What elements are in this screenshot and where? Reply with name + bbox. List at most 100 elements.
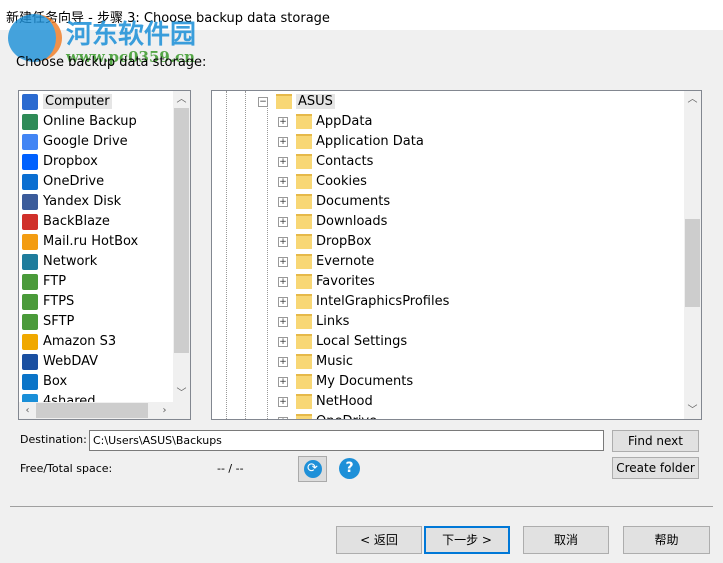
find-next-button[interactable]: Find next <box>612 430 699 452</box>
yandex-disk-icon <box>22 193 38 210</box>
tree-node[interactable]: + DropBox <box>278 232 371 252</box>
storage-item-computer[interactable]: Computer <box>22 92 112 112</box>
globe-icon <box>22 113 38 130</box>
storage-item-label: WebDAV <box>43 354 99 369</box>
sftp-icon <box>22 313 38 330</box>
divider <box>10 506 713 507</box>
storage-list[interactable]: Computer Online Backup Google Drive Dropbox… <box>18 90 191 420</box>
expand-icon[interactable]: + <box>278 176 288 187</box>
tree-node[interactable]: + OneDrive <box>278 412 377 419</box>
scroll-down-icon[interactable]: ﹀ <box>684 402 701 419</box>
storage-item-backblaze[interactable]: BackBlaze <box>22 212 110 232</box>
storage-item-online-backup[interactable]: Online Backup <box>22 112 137 132</box>
storage-item-google-drive[interactable]: Google Drive <box>22 132 128 152</box>
tree-node[interactable]: + Documents <box>278 192 390 212</box>
storage-item-label: Google Drive <box>43 134 128 149</box>
back-button[interactable]: < 返回 <box>336 526 422 554</box>
folder-icon <box>296 234 312 249</box>
folder-icon <box>296 334 312 349</box>
expand-icon[interactable]: + <box>278 376 288 387</box>
scroll-up-icon[interactable]: ︿ <box>684 91 701 108</box>
expand-icon[interactable]: + <box>278 256 288 267</box>
expand-icon[interactable]: + <box>278 336 288 347</box>
scrollbar-thumb[interactable] <box>174 108 189 353</box>
scroll-up-icon[interactable]: ︿ <box>173 91 190 108</box>
tree-node[interactable]: + My Documents <box>278 372 413 392</box>
space-value: -- / -- <box>217 462 244 475</box>
refresh-button[interactable]: ⟳ <box>298 456 327 482</box>
storage-list-scrollbar[interactable]: ︿ ﹀ <box>173 91 190 402</box>
tree-node-label: Documents <box>316 194 391 209</box>
storage-item-ftp[interactable]: FTP <box>22 272 66 292</box>
tree-node-label: Music <box>316 354 353 369</box>
tree-node[interactable]: + Evernote <box>278 252 374 272</box>
expand-icon[interactable]: + <box>278 156 288 167</box>
expand-icon[interactable]: + <box>278 136 288 147</box>
tree-node[interactable]: + Favorites <box>278 272 375 292</box>
storage-item-sftp[interactable]: SFTP <box>22 312 74 332</box>
help-button[interactable]: 帮助 <box>623 526 710 554</box>
tree-node[interactable]: + Application Data <box>278 132 424 152</box>
expand-icon[interactable]: + <box>278 316 288 327</box>
next-button[interactable]: 下一步 > <box>424 526 510 554</box>
storage-item-network[interactable]: Network <box>22 252 97 272</box>
storage-item-yandex-disk[interactable]: Yandex Disk <box>22 192 121 212</box>
hscrollbar-thumb[interactable] <box>36 403 148 418</box>
scrollbar-thumb[interactable] <box>685 219 700 307</box>
tree-node[interactable]: + NetHood <box>278 392 373 412</box>
folder-icon <box>296 394 312 409</box>
expand-icon[interactable]: + <box>278 276 288 287</box>
scroll-left-icon[interactable]: ‹ <box>19 402 36 419</box>
tree-node[interactable]: + Cookies <box>278 172 367 192</box>
folder-icon <box>296 194 312 209</box>
folder-icon <box>296 414 312 419</box>
expand-icon[interactable]: + <box>278 236 288 247</box>
storage-item-mail-ru-hotbox[interactable]: Mail.ru HotBox <box>22 232 138 252</box>
expand-icon[interactable]: + <box>278 116 288 127</box>
destination-input[interactable]: C:\Users\ASUS\Backups <box>89 430 604 451</box>
tree-node-label: Evernote <box>316 254 375 269</box>
computer-icon <box>22 93 38 110</box>
collapse-icon[interactable]: − <box>258 96 268 107</box>
expand-icon[interactable]: + <box>278 416 288 419</box>
storage-list-hscrollbar[interactable]: ‹ › <box>19 402 190 419</box>
expand-icon[interactable]: + <box>278 216 288 227</box>
storage-item-box[interactable]: Box <box>22 372 67 392</box>
tree-node[interactable]: + IntelGraphicsProfiles <box>278 292 449 312</box>
tree-node-label: Links <box>316 314 350 329</box>
watermark: 河东软件园 <box>66 20 197 50</box>
storage-item-amazon-s3[interactable]: Amazon S3 <box>22 332 116 352</box>
expand-icon[interactable]: + <box>278 356 288 367</box>
cancel-button[interactable]: 取消 <box>523 526 609 554</box>
folder-tree[interactable]: − ASUS + AppData + Application Data + Contacts +… <box>211 90 702 420</box>
storage-item-label: OneDrive <box>43 174 105 189</box>
help-icon[interactable]: ? <box>339 458 360 479</box>
tree-node[interactable]: + Music <box>278 352 353 372</box>
tree-node[interactable]: + Contacts <box>278 152 373 172</box>
tree-node-label: ASUS <box>296 94 335 109</box>
tree-node-asus[interactable]: − ASUS <box>258 92 335 112</box>
folder-icon <box>296 114 312 129</box>
storage-item-label: BackBlaze <box>43 214 110 229</box>
storage-item-dropbox[interactable]: Dropbox <box>22 152 98 172</box>
tree-node[interactable]: + Links <box>278 312 349 332</box>
dropbox-icon <box>22 153 38 170</box>
ftp-icon <box>22 273 38 290</box>
create-folder-button[interactable]: Create folder <box>612 457 699 479</box>
expand-icon[interactable]: + <box>278 196 288 207</box>
storage-item-label: Mail.ru HotBox <box>43 234 139 249</box>
tree-node[interactable]: + Downloads <box>278 212 387 232</box>
expand-icon[interactable]: + <box>278 396 288 407</box>
scroll-down-icon[interactable]: ﹀ <box>173 385 190 402</box>
tree-node[interactable]: + AppData <box>278 112 372 132</box>
tree-scrollbar[interactable]: ︿ ﹀ <box>684 91 701 419</box>
scroll-right-icon[interactable]: › <box>156 402 173 419</box>
folder-icon <box>296 174 312 189</box>
tree-line <box>245 91 246 419</box>
tree-node[interactable]: + Local Settings <box>278 332 407 352</box>
backblaze-icon <box>22 213 38 230</box>
storage-item-onedrive[interactable]: OneDrive <box>22 172 104 192</box>
storage-item-ftps[interactable]: FTPS <box>22 292 74 312</box>
expand-icon[interactable]: + <box>278 296 288 307</box>
storage-item-webdav[interactable]: WebDAV <box>22 352 98 372</box>
